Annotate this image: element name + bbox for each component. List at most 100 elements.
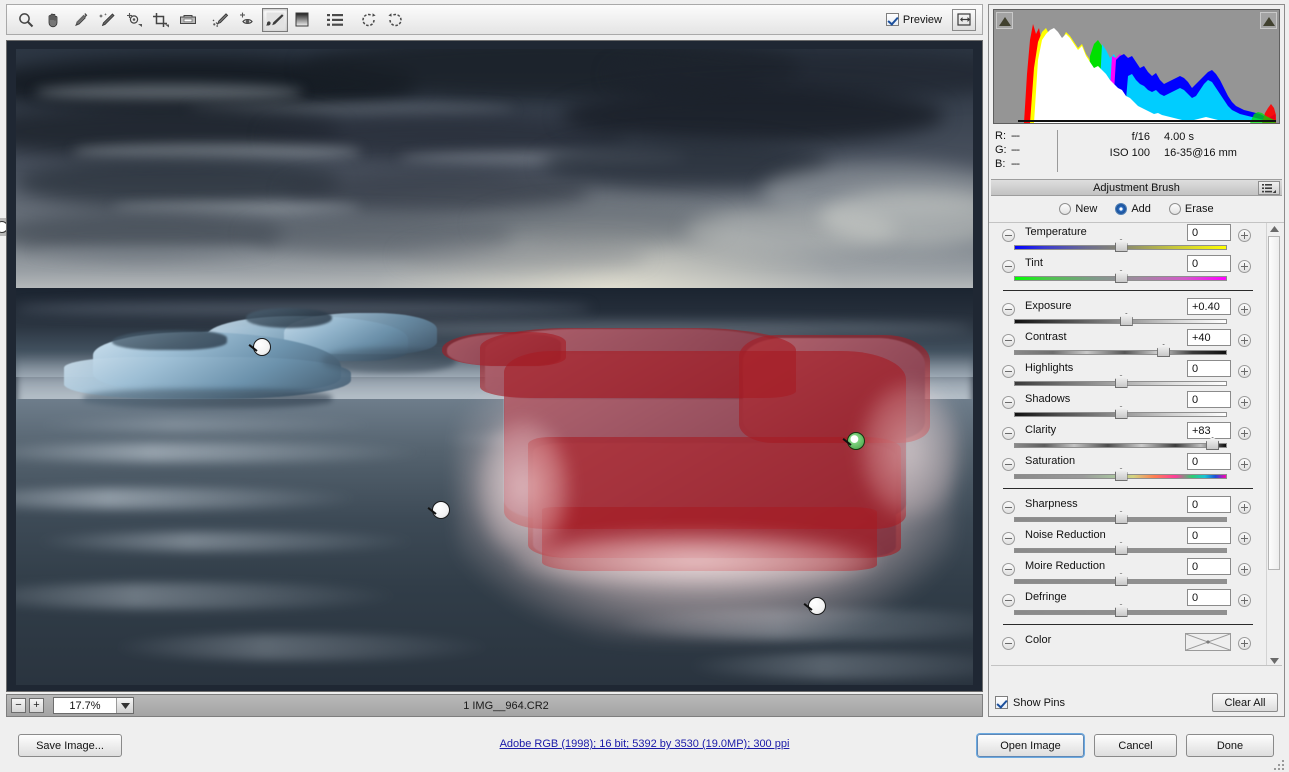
spot-removal-tool-icon[interactable] — [208, 8, 234, 32]
slider-value-field[interactable]: 0 — [1187, 255, 1231, 272]
white-balance-tool-icon[interactable] — [67, 8, 93, 32]
increase-sharpness-button[interactable] — [1238, 501, 1251, 514]
slider-value-field[interactable]: +0.40 — [1187, 298, 1231, 315]
slider-thumb[interactable] — [1114, 511, 1128, 524]
scroll-down-icon[interactable] — [1267, 655, 1281, 665]
slider-thumb[interactable] — [1114, 375, 1128, 388]
slider-tint[interactable]: Tint 0 — [991, 254, 1263, 285]
fullscreen-toggle-icon[interactable] — [952, 8, 976, 31]
panel-menu-icon[interactable] — [1258, 181, 1280, 195]
zoom-tool-icon[interactable] — [13, 8, 39, 32]
slider-saturation[interactable]: Saturation 0 — [991, 452, 1263, 483]
rotate-right-icon[interactable] — [382, 8, 408, 32]
slider-value-field[interactable]: 0 — [1187, 496, 1231, 513]
show-pins-checkbox[interactable]: Show Pins — [995, 696, 1065, 709]
straighten-tool-icon[interactable] — [175, 8, 201, 32]
zoom-out-button[interactable]: − — [11, 698, 26, 713]
decrease-temperature-button[interactable] — [1002, 229, 1015, 242]
resize-grip[interactable] — [1274, 758, 1286, 770]
zoom-level-select[interactable]: 17.7% — [53, 697, 134, 714]
shadow-clipping-warning-icon[interactable] — [996, 12, 1013, 29]
slider-noise-reduction[interactable]: Noise Reduction 0 — [991, 526, 1263, 557]
pin-2[interactable] — [427, 501, 450, 519]
cancel-button[interactable]: Cancel — [1094, 734, 1177, 757]
done-button[interactable]: Done — [1186, 734, 1274, 757]
chevron-down-icon[interactable] — [116, 698, 133, 713]
targeted-adjustment-tool-icon[interactable] — [121, 8, 147, 32]
slider-value-field[interactable]: +83 — [1187, 422, 1231, 439]
pin-1[interactable] — [248, 338, 271, 356]
slider-value-field[interactable]: 0 — [1187, 360, 1231, 377]
highlight-clipping-warning-icon[interactable] — [1260, 12, 1277, 29]
slider-exposure[interactable]: Exposure +0.40 — [991, 297, 1263, 328]
radio-add[interactable]: Add — [1115, 203, 1151, 215]
slider-thumb[interactable] — [1114, 239, 1128, 252]
color-swatch[interactable] — [1185, 633, 1231, 651]
graduated-filter-tool-icon[interactable] — [289, 8, 315, 32]
increase-saturation-button[interactable] — [1238, 458, 1251, 471]
radio-add-dot[interactable] — [1115, 203, 1128, 215]
hand-tool-icon[interactable] — [40, 8, 66, 32]
slider-value-field[interactable]: +40 — [1187, 329, 1231, 346]
scrollbar-thumb[interactable] — [1268, 236, 1280, 570]
decrease-moire-reduction-button[interactable] — [1002, 563, 1015, 576]
adjustment-brush-tool-icon[interactable] — [262, 7, 288, 32]
slider-value-field[interactable]: 0 — [1187, 589, 1231, 606]
slider-thumb[interactable] — [1157, 344, 1171, 357]
slider-thumb[interactable] — [1114, 542, 1128, 555]
slider-moire-reduction[interactable]: Moire Reduction 0 — [991, 557, 1263, 588]
radio-new-dot[interactable] — [1059, 203, 1072, 215]
rotate-left-icon[interactable] — [355, 8, 381, 32]
scroll-up-icon[interactable] — [1267, 223, 1281, 234]
increase-tint-button[interactable] — [1238, 260, 1251, 273]
slider-value-field[interactable]: 0 — [1187, 224, 1231, 241]
decrease-shadows-button[interactable] — [1002, 396, 1015, 409]
increase-noise-reduction-button[interactable] — [1238, 532, 1251, 545]
slider-temperature[interactable]: Temperature 0 — [991, 223, 1263, 254]
increase-highlights-button[interactable] — [1238, 365, 1251, 378]
increase-color-button[interactable] — [1238, 637, 1251, 650]
decrease-defringe-button[interactable] — [1002, 594, 1015, 607]
red-eye-removal-tool-icon[interactable] — [235, 8, 261, 32]
slider-value-field[interactable]: 0 — [1187, 558, 1231, 575]
radio-erase-dot[interactable] — [1168, 203, 1181, 215]
slider-track[interactable] — [1014, 350, 1227, 355]
decrease-highlights-button[interactable] — [1002, 365, 1015, 378]
decrease-exposure-button[interactable] — [1002, 303, 1015, 316]
slider-color[interactable]: Color — [991, 631, 1263, 662]
image-canvas[interactable] — [6, 40, 983, 692]
decrease-saturation-button[interactable] — [1002, 458, 1015, 471]
crop-tool-icon[interactable] — [148, 8, 174, 32]
slider-thumb[interactable] — [1114, 573, 1128, 586]
slider-defringe[interactable]: Defringe 0 — [991, 588, 1263, 619]
slider-thumb[interactable] — [1114, 270, 1128, 283]
panel-scrollbar[interactable] — [1266, 223, 1281, 665]
slider-track[interactable] — [1014, 443, 1227, 448]
scrollbar-track[interactable] — [1267, 234, 1281, 655]
slider-thumb[interactable] — [1114, 468, 1128, 481]
increase-moire-reduction-button[interactable] — [1238, 563, 1251, 576]
pin-3-active[interactable] — [842, 432, 865, 450]
zoom-in-button[interactable]: + — [29, 698, 44, 713]
increase-temperature-button[interactable] — [1238, 229, 1251, 242]
increase-clarity-button[interactable] — [1238, 427, 1251, 440]
slider-contrast[interactable]: Contrast +40 — [991, 328, 1263, 359]
decrease-color-button[interactable] — [1002, 637, 1015, 650]
slider-value-field[interactable]: 0 — [1187, 453, 1231, 470]
increase-defringe-button[interactable] — [1238, 594, 1251, 607]
slider-thumb[interactable] — [1114, 604, 1128, 617]
decrease-noise-reduction-button[interactable] — [1002, 532, 1015, 545]
decrease-clarity-button[interactable] — [1002, 427, 1015, 440]
open-preferences-icon[interactable] — [322, 8, 348, 32]
slider-sharpness[interactable]: Sharpness 0 — [991, 495, 1263, 526]
preview-checkbox-box[interactable] — [885, 13, 899, 26]
decrease-sharpness-button[interactable] — [1002, 501, 1015, 514]
radio-new[interactable]: New — [1059, 203, 1097, 215]
clear-all-button[interactable]: Clear All — [1212, 693, 1278, 712]
slider-value-field[interactable]: 0 — [1187, 391, 1231, 408]
preview-checkbox[interactable]: Preview — [885, 13, 942, 26]
decrease-tint-button[interactable] — [1002, 260, 1015, 273]
slider-thumb[interactable] — [1114, 406, 1128, 419]
increase-contrast-button[interactable] — [1238, 334, 1251, 347]
pin-4[interactable] — [803, 597, 826, 615]
